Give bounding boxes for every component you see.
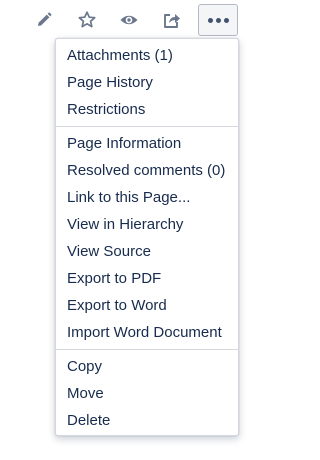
more-dots-icon — [207, 17, 229, 23]
menu-item-page-information[interactable]: Page Information — [56, 130, 238, 157]
menu-item-page-history[interactable]: Page History — [56, 69, 238, 96]
menu-item-export-pdf[interactable]: Export to PDF — [56, 265, 238, 292]
menu-item-link-to-page[interactable]: Link to this Page... — [56, 184, 238, 211]
more-actions-button[interactable] — [198, 4, 238, 36]
menu-item-delete[interactable]: Delete — [56, 407, 238, 434]
menu-item-copy[interactable]: Copy — [56, 353, 238, 380]
menu-section-manage: Copy Move Delete — [56, 349, 238, 435]
menu-section-info: Page Information Resolved comments (0) L… — [56, 126, 238, 349]
menu-item-import-word[interactable]: Import Word Document — [56, 319, 238, 346]
share-button[interactable] — [157, 5, 187, 35]
more-actions-menu: Attachments (1) Page History Restriction… — [55, 38, 239, 436]
menu-item-restrictions[interactable]: Restrictions — [56, 96, 238, 123]
menu-item-view-source[interactable]: View Source — [56, 238, 238, 265]
menu-item-attachments[interactable]: Attachments (1) — [56, 42, 238, 69]
menu-item-resolved-comments[interactable]: Resolved comments (0) — [56, 157, 238, 184]
menu-item-export-word[interactable]: Export to Word — [56, 292, 238, 319]
pencil-icon — [35, 11, 53, 29]
eye-icon — [119, 10, 139, 30]
edit-button[interactable] — [29, 5, 59, 35]
star-icon — [77, 10, 97, 30]
star-button[interactable] — [72, 5, 102, 35]
menu-item-move[interactable]: Move — [56, 380, 238, 407]
watch-button[interactable] — [114, 5, 144, 35]
menu-section-page: Attachments (1) Page History Restriction… — [56, 39, 238, 126]
menu-item-view-in-hierarchy[interactable]: View in Hierarchy — [56, 211, 238, 238]
share-icon — [162, 10, 182, 30]
page-toolbar — [0, 0, 258, 40]
